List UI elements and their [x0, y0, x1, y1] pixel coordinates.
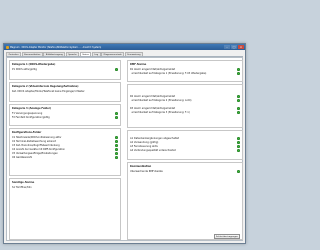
tab-kommunikation[interactable]: Kommunikation: [21, 52, 43, 56]
status-label: P1 DDCS aktiv/gültig: [12, 68, 37, 71]
panel-kategorie-2: Kategorie 2 (Videointercom Regelung/Aufn…: [9, 82, 121, 102]
status-label: A1 Datenbankergänzungen abgeschaltet: [130, 137, 179, 140]
status-label: C5 Verwaltungsaufträge/Einstellungen: [12, 152, 58, 155]
status-ok-icon: [115, 148, 118, 151]
title-bar: Magnum · DDCS Adapter Monitor (Telefon-/…: [4, 44, 245, 50]
status-content: Kategorie 1 (DDCS-Wiedergabe) P1 DDCS ak…: [6, 57, 243, 241]
tab-fernwartung[interactable]: Fernwartung: [124, 52, 143, 56]
status-label: R1 Alarm eingerichtet/aktiv/gemeldet: [130, 68, 176, 71]
section-title: Kategorie 3 (Analoge Felder): [12, 106, 51, 110]
status-row: P1 DDCS aktiv/gültig: [12, 68, 118, 72]
status-row: C2 Terminal-Zeitabweichung erkannt: [12, 140, 118, 144]
status-row: Kat. DDCS Adapter/Modul/Telefonat keine …: [12, 90, 118, 94]
status-label: Überwachende RMF-Kanäle: [130, 170, 163, 173]
status-label: R2 Alarm eingerichtet/aktiv/gemeldet: [130, 95, 176, 98]
status-ok-icon: [237, 95, 240, 98]
status-row: C3 Kat.-Trennlinie/Zugriffsbeschränkung: [12, 144, 118, 148]
status-label: C1 Telefonzeile/DDCS-Initialisierung akt…: [12, 136, 62, 139]
section-title: Kategorie 1 (DDCS-Wiedergabe): [12, 62, 56, 66]
status-row: R1 Alarm eingerichtet/aktiv/gemeldet: [130, 68, 240, 72]
status-label: C4 Anzahl der Geräte mit RMF-Konfigurati…: [12, 148, 66, 151]
section-title: RMF Alarme: [130, 62, 147, 66]
status-ok-icon: [115, 144, 118, 147]
tab-log[interactable]: Log: [91, 52, 101, 56]
status-row: F1 Versorgungsspannung: [12, 112, 118, 116]
status-row: A2 Verwendung (gültig): [130, 141, 240, 145]
panel-kommunikation: Kommunikation Überwachende RMF-Kanäle: [127, 162, 243, 240]
status-ok-icon: [115, 116, 118, 119]
status-label: A2 Verwendung (gültig): [130, 141, 159, 144]
tab-diagnosezentrale[interactable]: Diagnosezentrale: [101, 52, 125, 56]
status-label: F2 Fernfeld Konfiguration/gültig: [12, 116, 50, 119]
status-ok-icon: [237, 72, 240, 75]
status-row: C5 Verwaltungsaufträge/Einstellungen: [12, 152, 118, 156]
status-sublabel: erreichbarkeit auf Kategorie 3 (Erweiter…: [131, 111, 190, 114]
status-label: R3 Alarm eingerichtet/aktiv/gemeldet: [130, 107, 176, 110]
status-row: C6 Geräteanzahl: [12, 156, 118, 160]
status-row: erreichbarkeit auf Kategorie 3 (Erweiter…: [130, 111, 240, 115]
panel-konfigurations-felder: Konfigurations-Felder C1 Telefonzeile/DD…: [9, 128, 121, 176]
status-label: A4 Verbindungsqualität unterschreitet: [130, 149, 176, 152]
status-ok-icon: [237, 141, 240, 144]
fehleruebertragungen-button[interactable]: Fehlerübertragungen: [214, 234, 240, 239]
status-ok-icon: [115, 156, 118, 159]
status-row: F2 Fernfeld Konfiguration/gültig: [12, 116, 118, 120]
status-label: C6 Geräteanzahl: [12, 156, 33, 159]
status-ok-icon: [115, 152, 118, 155]
status-ok-icon: [237, 68, 240, 71]
window-title: Magnum · DDCS Adapter Monitor (Telefon-/…: [10, 45, 102, 49]
status-row: erreichbarkeit auf Kategorie 1 (Erweiter…: [130, 72, 240, 76]
panel-alarme-a: A1 Datenbankergänzungen abgeschaltet A2 …: [127, 130, 243, 160]
app-window: Magnum · DDCS Adapter Monitor (Telefon-/…: [3, 43, 246, 244]
status-sublabel: erreichbarkeit auf Kategorie 1 (Erweiter…: [131, 72, 207, 75]
status-row: C1 Telefonzeile/DDCS-Initialisierung akt…: [12, 136, 118, 140]
minimize-button[interactable]: –: [224, 45, 230, 49]
status-label: C3 Kat.-Trennlinie/Zugriffsbeschränkung: [12, 144, 60, 147]
section-title: Sonstige Alarme: [12, 180, 35, 184]
status-row: Überwachende RMF-Kanäle: [130, 170, 240, 174]
status-label: C2 Terminal-Zeitabweichung erkannt: [12, 140, 57, 143]
status-ok-icon: [237, 107, 240, 110]
status-ok-icon: [237, 137, 240, 140]
status-ok-icon: [237, 99, 240, 102]
status-ok-icon: [237, 145, 240, 148]
tab-zentralen[interactable]: Zentralen: [6, 52, 22, 56]
status-label: Kat. DDCS Adapter/Modul/Telefonat keine …: [12, 90, 85, 93]
panel-rmf-alarme-2: R2 Alarm eingerichtet/aktiv/gemeldet err…: [127, 84, 243, 128]
status-label: S1 Türöffner/Klin: [12, 186, 32, 189]
status-ok-icon: [115, 140, 118, 143]
tab-status[interactable]: Status: [79, 52, 92, 56]
status-ok-icon: [237, 111, 240, 114]
close-button[interactable]: ×: [238, 45, 244, 49]
panel-sonstige-alarme: Sonstige Alarme S1 Türöffner/Klin: [9, 178, 121, 240]
panel-kategorie-1: Kategorie 1 (DDCS-Wiedergabe) P1 DDCS ak…: [9, 60, 121, 80]
section-title: Konfigurations-Felder: [12, 130, 42, 134]
status-row: A3 Fernsteuerung aktiv: [130, 145, 240, 149]
section-title: Kategorie 2 (Videointercom Regelung/Aufn…: [12, 84, 79, 88]
app-icon: [6, 45, 9, 49]
panel-kategorie-3: Kategorie 3 (Analoge Felder) F1 Versorgu…: [9, 104, 121, 126]
maximize-button[interactable]: □: [231, 45, 237, 49]
panel-rmf-alarme: RMF Alarme R1 Alarm eingerichtet/aktiv/g…: [127, 60, 243, 82]
status-row: A1 Datenbankergänzungen abgeschaltet: [130, 137, 240, 141]
tab-sprache[interactable]: Sprache: [65, 52, 80, 56]
status-ok-icon: [237, 170, 240, 173]
status-row: erreichbarkeit auf Kategorie 2 (Erweiter…: [130, 99, 240, 103]
status-ok-icon: [115, 112, 118, 115]
status-row: R2 Alarm eingerichtet/aktiv/gemeldet: [130, 95, 240, 99]
status-label: A3 Fernsteuerung aktiv: [130, 145, 158, 148]
status-label: F1 Versorgungsspannung: [12, 112, 43, 115]
status-row: A4 Verbindungsqualität unterschreitet: [130, 149, 240, 153]
status-row: R3 Alarm eingerichtet/aktiv/gemeldet: [130, 107, 240, 111]
section-title: Kommunikation: [130, 164, 152, 168]
status-ok-icon: [237, 149, 240, 152]
status-row: S1 Türöffner/Klin: [12, 186, 118, 190]
status-ok-icon: [115, 68, 118, 71]
status-row: C4 Anzahl der Geräte mit RMF-Konfigurati…: [12, 148, 118, 152]
tab-bilduebertragung[interactable]: Bildübertragung: [43, 52, 66, 56]
status-ok-icon: [115, 136, 118, 139]
status-sublabel: erreichbarkeit auf Kategorie 2 (Erweiter…: [131, 99, 192, 102]
